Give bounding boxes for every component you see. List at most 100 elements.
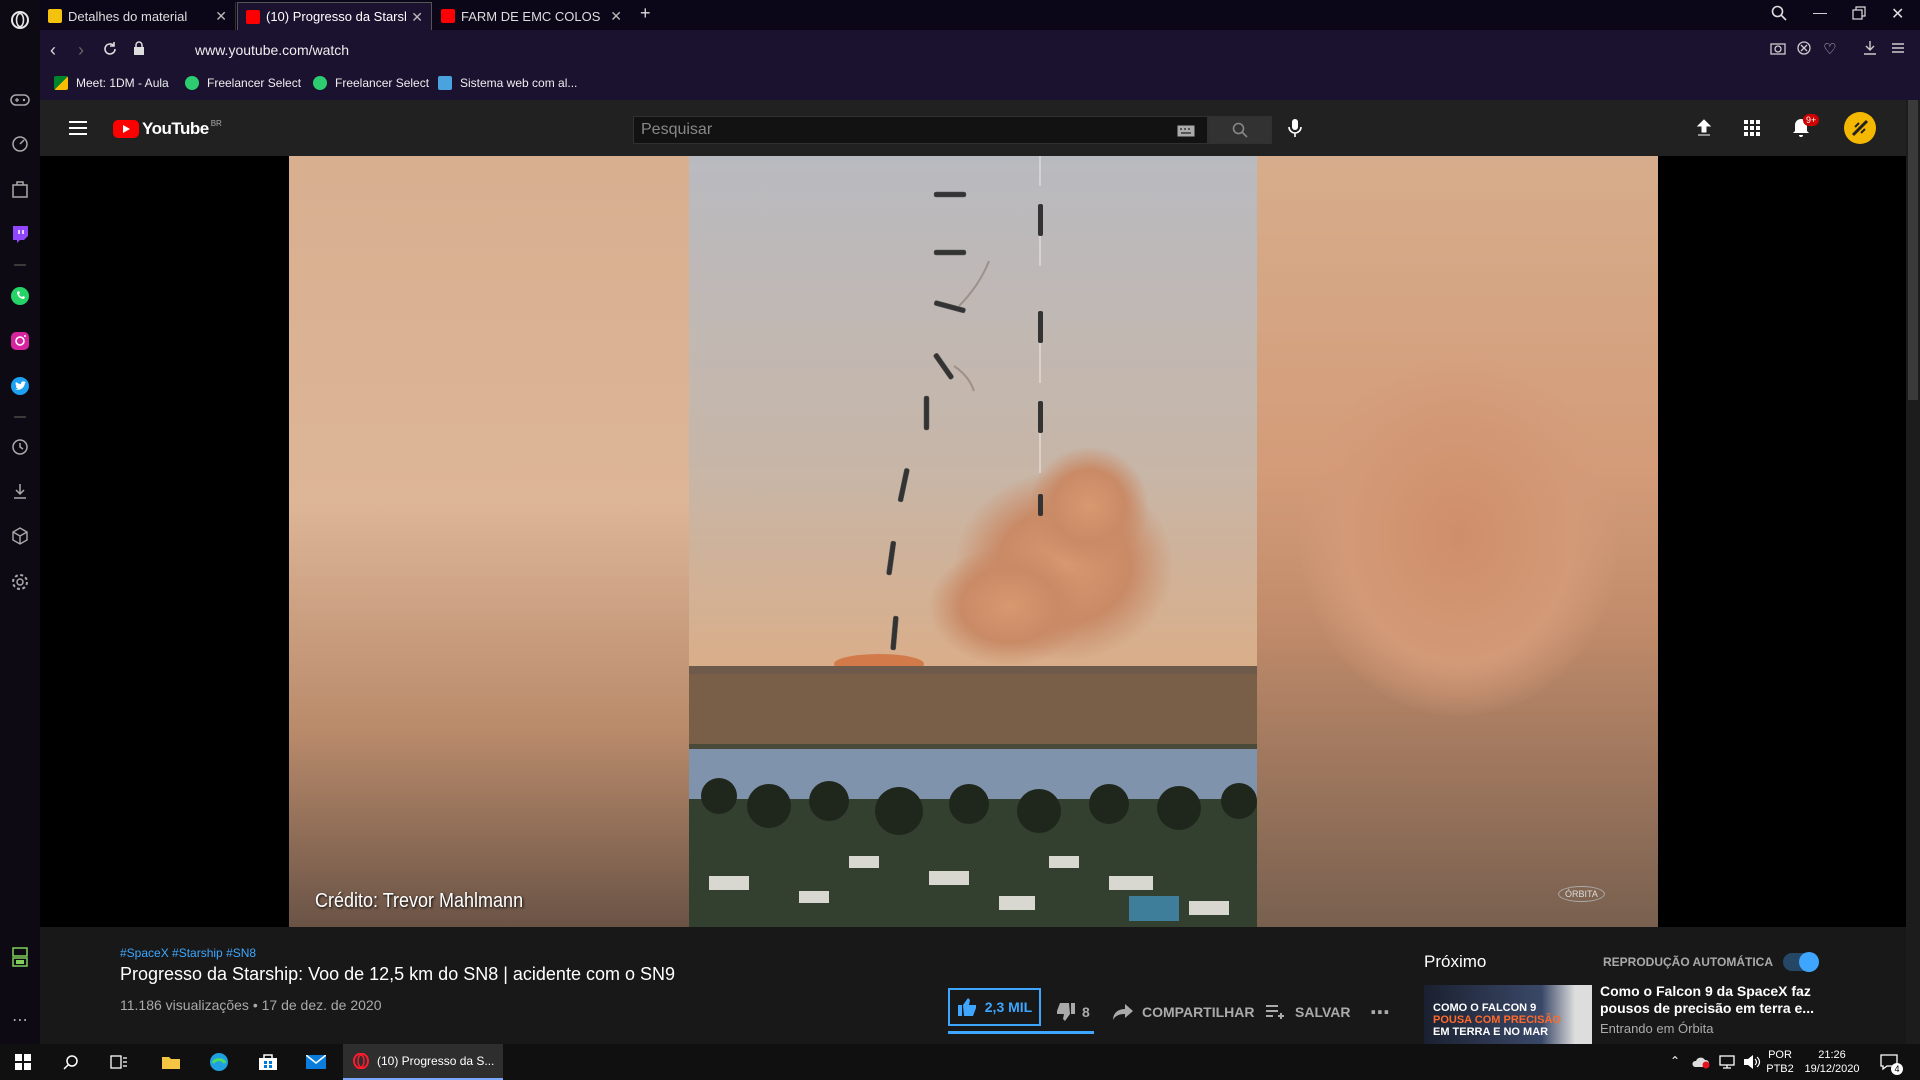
- history-icon[interactable]: [8, 435, 32, 459]
- taskbar-opera-window[interactable]: (10) Progresso da S...: [343, 1044, 503, 1080]
- freelancer-icon: [185, 76, 199, 90]
- tab-farm-emc[interactable]: FARM DE EMC COLOSSAL | ✕: [433, 2, 630, 30]
- video-frame[interactable]: Crédito: Trevor Mahlmann: [289, 156, 1658, 927]
- whatsapp-icon[interactable]: [8, 284, 32, 308]
- bag-icon[interactable]: [8, 177, 32, 201]
- tab-search-icon[interactable]: [1771, 5, 1787, 26]
- onedrive-icon[interactable]: [1692, 1055, 1710, 1073]
- close-tab-icon[interactable]: ✕: [411, 9, 423, 26]
- reload-icon[interactable]: [102, 41, 118, 62]
- video-hashtags[interactable]: #SpaceX #Starship #SN8: [120, 946, 256, 960]
- mail-icon[interactable]: [293, 1044, 339, 1080]
- bookmark-meet[interactable]: Meet: 1DM - Aula: [54, 76, 169, 90]
- taskbar-search-icon[interactable]: [48, 1044, 94, 1080]
- search-button[interactable]: [1208, 116, 1272, 144]
- new-tab-plus-icon[interactable]: +: [640, 3, 651, 24]
- forward-icon[interactable]: ›: [78, 40, 84, 61]
- video-title: Progresso da Starship: Voo de 12,5 km do…: [120, 964, 675, 984]
- downloads-icon[interactable]: [8, 479, 32, 503]
- opera-icon: [353, 1053, 369, 1069]
- notification-badge: 9+: [1803, 114, 1820, 126]
- snapshot-icon[interactable]: [1770, 41, 1786, 60]
- workspace-icon[interactable]: [8, 945, 32, 969]
- more-sidebar-icon[interactable]: ⋯: [8, 1008, 32, 1032]
- search-input[interactable]: Pesquisar: [633, 116, 1208, 144]
- share-button[interactable]: COMPARTILHAR: [1112, 996, 1255, 1028]
- file-explorer-icon[interactable]: [148, 1044, 194, 1080]
- freelancer-icon: [313, 76, 327, 90]
- youtube-logo[interactable]: YouTube BR: [113, 119, 222, 139]
- save-button[interactable]: SALVAR: [1265, 996, 1350, 1028]
- thumb-text-line-2: POUSA COM PRECISÃO: [1433, 1014, 1561, 1026]
- channel-watermark[interactable]: ÓRBITA: [1558, 886, 1605, 902]
- keyboard-icon[interactable]: [1177, 124, 1195, 142]
- video-stats: 11.186 visualizações • 17 de dez. de 202…: [120, 997, 382, 1013]
- apps-grid-icon[interactable]: [1744, 120, 1760, 141]
- image-favicon-icon: [48, 9, 62, 23]
- twitch-icon[interactable]: [8, 222, 32, 246]
- hamburger-menu-icon[interactable]: [68, 120, 88, 141]
- youtube-favicon-icon: [246, 9, 260, 24]
- lock-icon[interactable]: [133, 41, 145, 61]
- youtube-favicon-icon: [441, 9, 455, 23]
- task-view-icon[interactable]: [96, 1044, 142, 1080]
- blurred-left-background: [289, 156, 689, 927]
- restore-icon[interactable]: [1852, 6, 1866, 25]
- input-language[interactable]: POR PTB2: [1762, 1048, 1798, 1076]
- close-tab-icon[interactable]: ✕: [215, 8, 227, 25]
- like-button[interactable]: 2,3 MIL: [948, 988, 1041, 1026]
- show-hidden-icons[interactable]: ⌃: [1670, 1054, 1680, 1068]
- video-center-image: [689, 156, 1257, 927]
- twitter-icon[interactable]: [8, 374, 32, 398]
- upload-icon[interactable]: [1696, 119, 1712, 142]
- thumb-text-line-3: EM TERRA E NO MAR: [1433, 1026, 1549, 1038]
- adblock-icon[interactable]: [1797, 41, 1811, 60]
- bookmark-freelancer-2[interactable]: Freelancer Select: [313, 76, 429, 90]
- bookmark-freelancer-1[interactable]: Freelancer Select: [185, 76, 301, 90]
- windows-taskbar: (10) Progresso da S... ⌃ POR PTB2 21:26 …: [0, 1044, 1920, 1080]
- tab-detalhes[interactable]: Detalhes do material ✕: [40, 2, 236, 30]
- edge-icon[interactable]: [196, 1044, 242, 1080]
- microphone-icon[interactable]: [1288, 118, 1302, 143]
- address-bar-row: ‹ › www.youtube.com/watch ♡: [40, 30, 1920, 70]
- youtube-play-icon: [113, 120, 139, 138]
- url-input[interactable]: www.youtube.com/watch: [195, 42, 349, 58]
- close-tab-icon[interactable]: ✕: [610, 8, 622, 25]
- speedometer-icon[interactable]: [8, 132, 32, 156]
- dislike-button[interactable]: 8: [1054, 996, 1090, 1028]
- thumbs-down-icon: [1057, 1003, 1075, 1021]
- web-icon: [438, 76, 452, 90]
- minimize-icon[interactable]: —: [1813, 4, 1827, 20]
- search-icon: [1232, 122, 1248, 138]
- back-icon[interactable]: ‹: [50, 40, 56, 61]
- bookmark-heart-icon[interactable]: ♡: [1823, 40, 1836, 58]
- clock[interactable]: 21:26 19/12/2020: [1800, 1048, 1864, 1076]
- instagram-icon[interactable]: [8, 329, 32, 353]
- recommended-video-thumbnail[interactable]: COMO O FALCON 9 POUSA COM PRECISÃO EM TE…: [1424, 985, 1592, 1044]
- blurred-smoke: [1299, 356, 1619, 716]
- thumb-text-line-1: COMO O FALCON 9: [1433, 1002, 1537, 1014]
- easy-setup-icon[interactable]: [1891, 41, 1905, 60]
- page-scrollbar[interactable]: [1906, 100, 1920, 1044]
- avatar[interactable]: [1844, 112, 1876, 144]
- network-icon[interactable]: [1718, 1054, 1736, 1074]
- recommended-video-title[interactable]: Como o Falcon 9 da SpaceX faz pousos de …: [1600, 983, 1820, 1017]
- tab-progresso-starship[interactable]: (10) Progresso da Starship: ✕: [237, 2, 432, 30]
- gamepad-icon[interactable]: [8, 88, 32, 112]
- autoplay-toggle[interactable]: [1783, 952, 1819, 972]
- volume-icon[interactable]: [1743, 1054, 1761, 1074]
- more-actions-icon[interactable]: ⋯: [1370, 996, 1390, 1028]
- scrollbar-thumb[interactable]: [1908, 100, 1918, 400]
- windows-start-icon[interactable]: [0, 1044, 46, 1080]
- recommended-video-channel[interactable]: Entrando em Órbita: [1600, 1021, 1713, 1036]
- store-icon[interactable]: [245, 1044, 291, 1080]
- opera-menu-icon[interactable]: [8, 8, 32, 32]
- download-icon[interactable]: [1863, 40, 1877, 61]
- opera-sidebar: ⋯: [0, 0, 40, 1044]
- share-arrow-icon: [1113, 1004, 1133, 1020]
- meet-icon: [54, 76, 68, 90]
- settings-icon[interactable]: [8, 570, 32, 594]
- extensions-icon[interactable]: [8, 524, 32, 548]
- bookmark-sistema-web[interactable]: Sistema web com al...: [438, 76, 577, 90]
- close-window-icon[interactable]: ✕: [1891, 4, 1904, 24]
